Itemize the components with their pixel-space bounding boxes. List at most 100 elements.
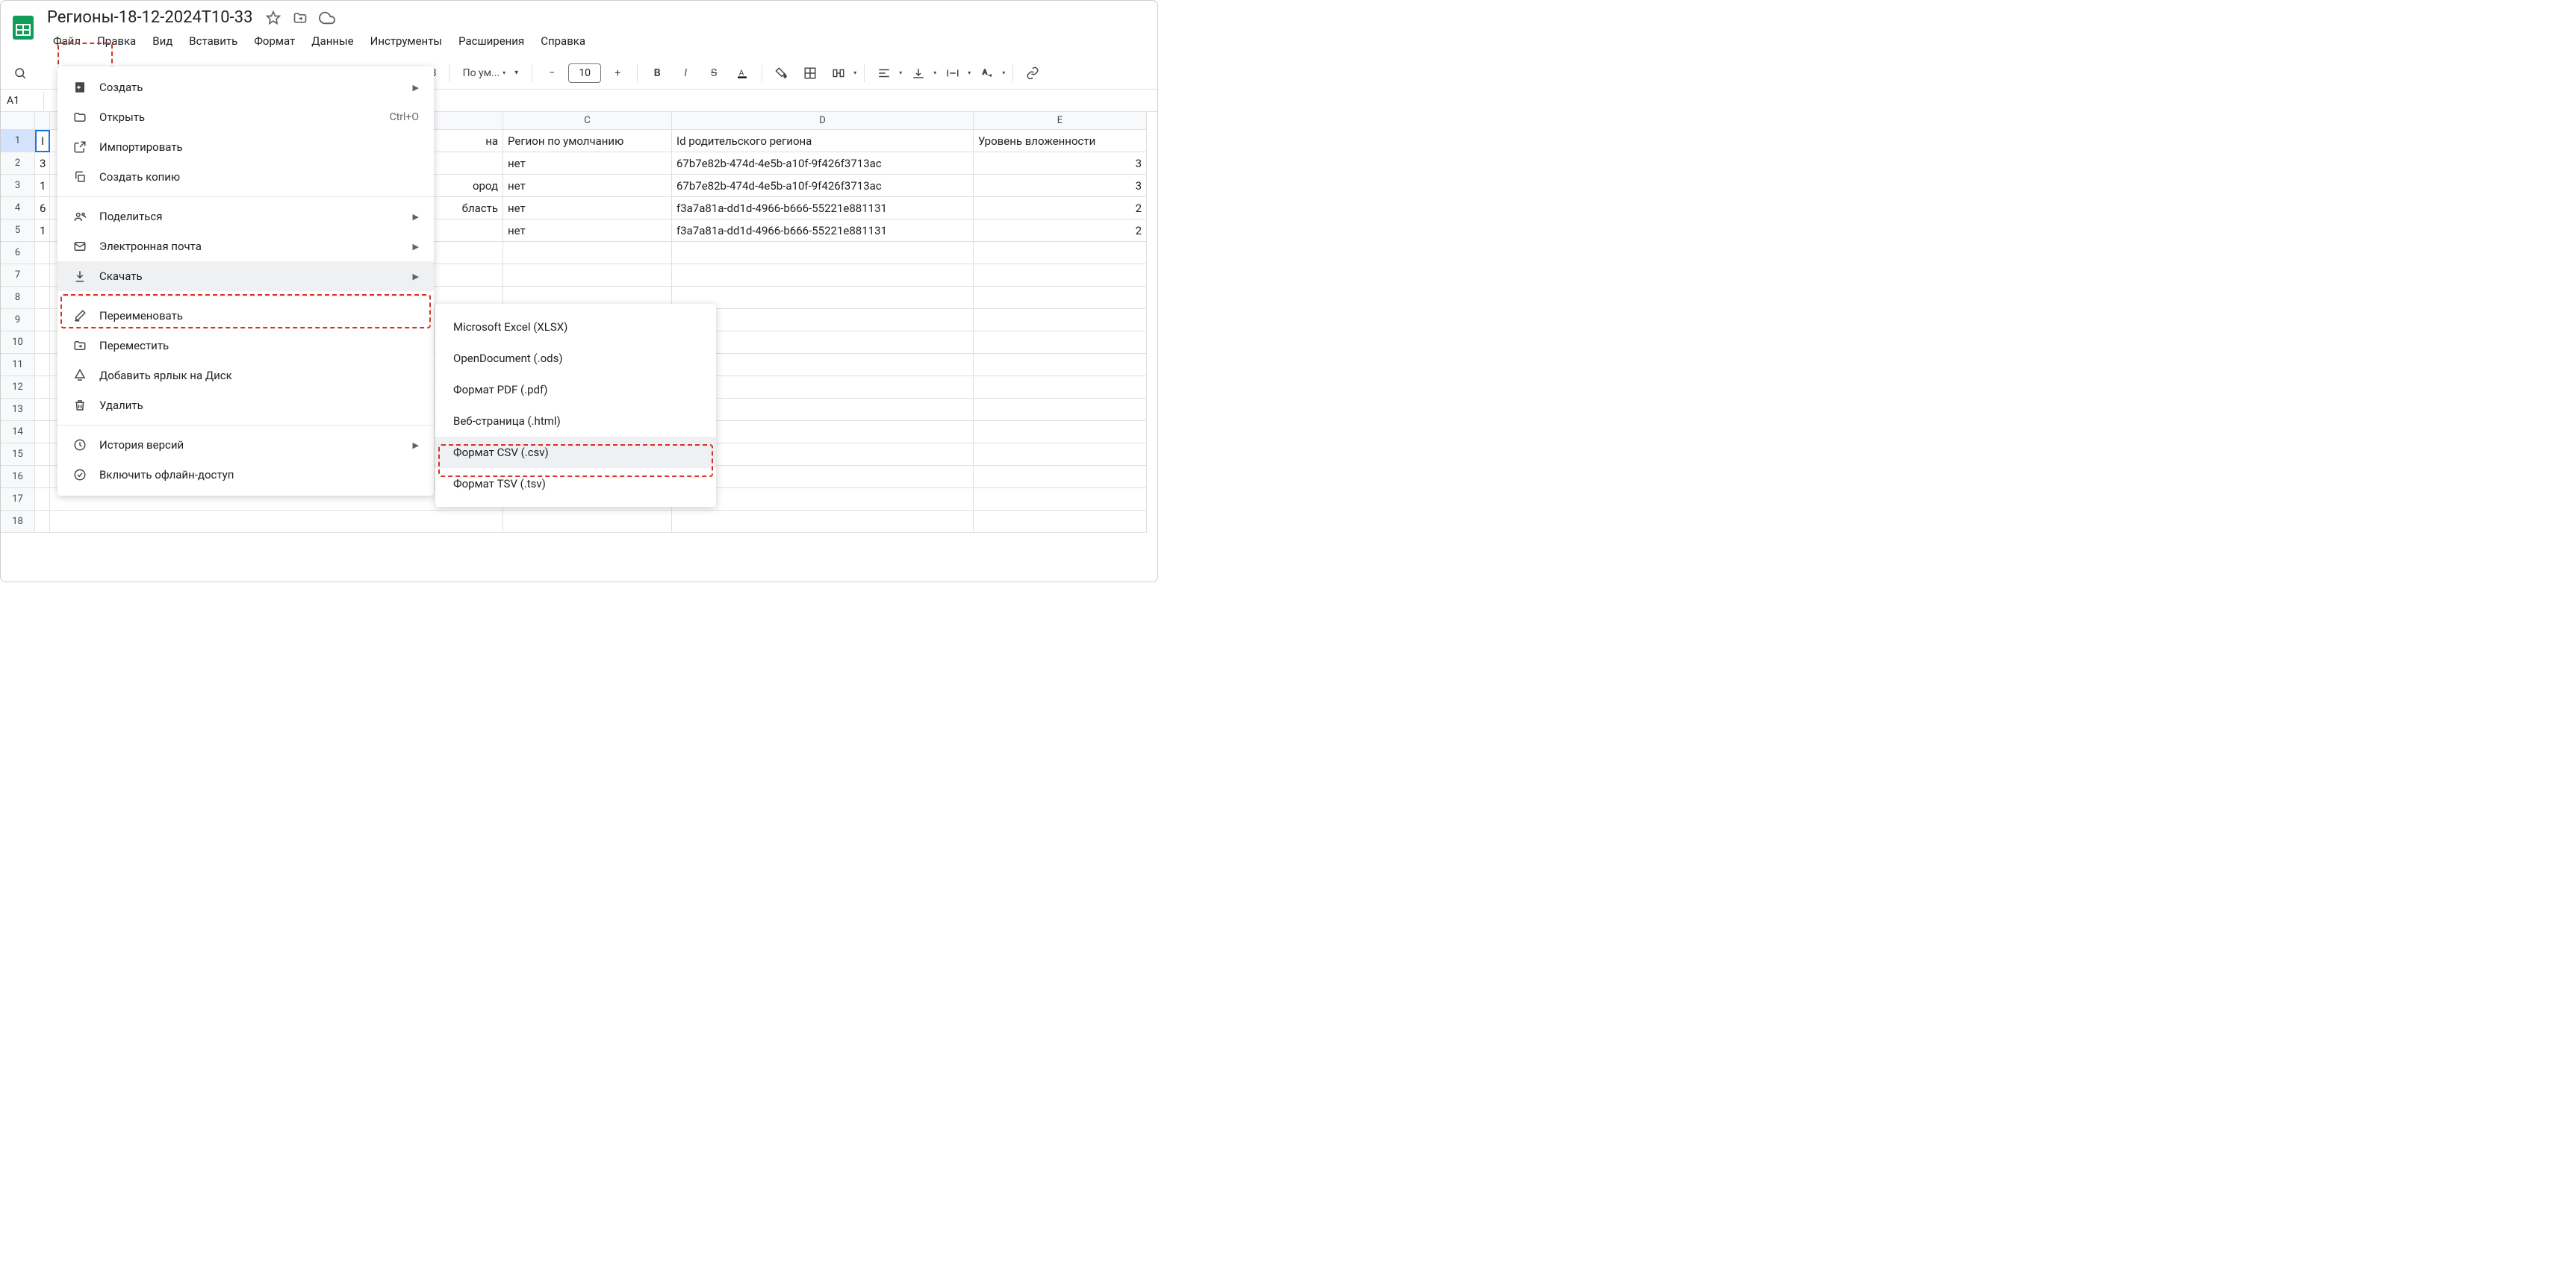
cell-a2[interactable]: 3 [35, 152, 50, 175]
row-header-13[interactable]: 13 [1, 399, 35, 421]
strikethrough-icon[interactable]: S [702, 61, 726, 85]
merge-cells-icon[interactable] [827, 61, 850, 85]
menu-format[interactable]: Формат [246, 30, 302, 52]
name-box[interactable]: A1 [1, 92, 44, 110]
cell-d1[interactable]: Id родительского региона [672, 130, 974, 152]
cell-e4[interactable]: 2 [974, 197, 1147, 219]
cell-a3[interactable]: 1 [35, 175, 50, 197]
text-rotation-icon[interactable]: A [975, 61, 999, 85]
row-header-15[interactable]: 15 [1, 443, 35, 466]
move-folder-icon[interactable] [291, 9, 309, 27]
font-family-select[interactable]: По ум...▾ [457, 64, 525, 82]
decrease-font-icon[interactable]: − [540, 61, 564, 85]
menu-view[interactable]: Вид [145, 30, 180, 52]
sheets-logo-icon[interactable] [8, 13, 38, 43]
submenu-item-pdf[interactable]: Формат PDF (.pdf) [435, 374, 716, 405]
text-color-icon[interactable]: A [730, 61, 754, 85]
cell-d2[interactable]: 67b7e82b-474d-4e5b-a10f-9f426f3713ac [672, 152, 974, 175]
row-header-5[interactable]: 5 [1, 219, 35, 242]
increase-font-icon[interactable]: + [606, 61, 629, 85]
select-all-corner[interactable] [1, 112, 35, 130]
col-header-e[interactable]: E [974, 112, 1147, 130]
row-header-17[interactable]: 17 [1, 488, 35, 511]
cell-c5[interactable]: нет [503, 219, 672, 242]
cell-e2[interactable]: 3 [974, 152, 1147, 175]
cell-c1[interactable]: Регион по умолчанию [503, 130, 672, 152]
menu-item-open[interactable]: Открыть Ctrl+O [57, 102, 434, 132]
menu-item-offline[interactable]: Включить офлайн-доступ [57, 460, 434, 490]
wrap-dropdown[interactable]: ▾ [968, 69, 971, 76]
row-header-10[interactable]: 10 [1, 331, 35, 354]
cell-e5[interactable]: 2 [974, 219, 1147, 242]
row-header-4[interactable]: 4 [1, 197, 35, 219]
menu-file[interactable]: Файл [46, 30, 88, 52]
row-header-1[interactable]: 1 [1, 130, 35, 152]
menu-item-rename[interactable]: Переименовать [57, 301, 434, 331]
menu-item-new[interactable]: Создать ▶ [57, 72, 434, 102]
cell-e1[interactable]: Уровень вложенности [974, 130, 1147, 152]
align-h-dropdown[interactable]: ▾ [899, 69, 902, 76]
menu-extensions[interactable]: Расширения [451, 30, 532, 52]
merge-dropdown-arrow[interactable]: ▾ [853, 69, 856, 76]
cell-a1[interactable]: I [35, 130, 50, 152]
row-header-3[interactable]: 3 [1, 175, 35, 197]
cell-a4[interactable]: 6 [35, 197, 50, 219]
menu-item-move[interactable]: Переместить [57, 331, 434, 361]
align-vertical-icon[interactable] [906, 61, 930, 85]
text-wrap-icon[interactable] [941, 61, 965, 85]
cell-c4[interactable]: нет [503, 197, 672, 219]
bold-icon[interactable]: B [645, 61, 669, 85]
new-file-icon [72, 80, 87, 95]
menu-edit[interactable]: Правка [90, 30, 143, 52]
italic-icon[interactable]: I [673, 61, 697, 85]
search-icon[interactable] [8, 61, 32, 85]
menu-help[interactable]: Справка [533, 30, 593, 52]
cell-c3[interactable]: нет [503, 175, 672, 197]
row-header-9[interactable]: 9 [1, 309, 35, 331]
cell-a5[interactable]: 1 [35, 219, 50, 242]
borders-icon[interactable] [798, 61, 822, 85]
align-horizontal-icon[interactable] [872, 61, 896, 85]
col-header-a[interactable] [35, 112, 50, 130]
submenu-item-tsv[interactable]: Формат TSV (.tsv) [435, 468, 716, 499]
menu-data[interactable]: Данные [304, 30, 361, 52]
cell-e3[interactable]: 3 [974, 175, 1147, 197]
submenu-item-html[interactable]: Веб-страница (.html) [435, 405, 716, 437]
cloud-status-icon[interactable] [318, 9, 336, 27]
row-header-7[interactable]: 7 [1, 264, 35, 287]
menu-item-version-history[interactable]: История версий ▶ [57, 430, 434, 460]
star-icon[interactable] [264, 9, 282, 27]
row-header-8[interactable]: 8 [1, 287, 35, 309]
menu-item-add-shortcut[interactable]: Добавить ярлык на Диск [57, 361, 434, 390]
row-header-16[interactable]: 16 [1, 466, 35, 488]
fill-color-icon[interactable] [770, 61, 794, 85]
row-header-18[interactable]: 18 [1, 511, 35, 533]
row-header-12[interactable]: 12 [1, 376, 35, 399]
menu-insert[interactable]: Вставить [181, 30, 245, 52]
insert-link-icon[interactable] [1021, 61, 1045, 85]
row-header-11[interactable]: 11 [1, 354, 35, 376]
document-title[interactable]: Регионы-18-12-2024T10-33 [44, 7, 255, 28]
menu-item-share[interactable]: Поделиться ▶ [57, 202, 434, 231]
font-size-input[interactable]: 10 [568, 63, 601, 83]
menu-item-download[interactable]: Скачать ▶ [57, 261, 434, 291]
cell-d3[interactable]: 67b7e82b-474d-4e5b-a10f-9f426f3713ac [672, 175, 974, 197]
row-header-6[interactable]: 6 [1, 242, 35, 264]
col-header-c[interactable]: C [503, 112, 672, 130]
align-v-dropdown[interactable]: ▾ [933, 69, 936, 76]
cell-d4[interactable]: f3a7a81a-dd1d-4966-b666-55221e881131 [672, 197, 974, 219]
submenu-item-xlsx[interactable]: Microsoft Excel (XLSX) [435, 311, 716, 343]
menu-item-delete[interactable]: Удалить [57, 390, 434, 420]
menu-item-make-copy[interactable]: Создать копию [57, 162, 434, 192]
cell-d5[interactable]: f3a7a81a-dd1d-4966-b666-55221e881131 [672, 219, 974, 242]
row-header-2[interactable]: 2 [1, 152, 35, 175]
rotation-dropdown[interactable]: ▾ [1002, 69, 1005, 76]
submenu-item-ods[interactable]: OpenDocument (.ods) [435, 343, 716, 374]
cell-c2[interactable]: нет [503, 152, 672, 175]
submenu-item-csv[interactable]: Формат CSV (.csv) [435, 437, 716, 468]
row-header-14[interactable]: 14 [1, 421, 35, 443]
menu-tools[interactable]: Инструменты [363, 30, 449, 52]
menu-item-import[interactable]: Импортировать [57, 132, 434, 162]
col-header-d[interactable]: D [672, 112, 974, 130]
menu-item-email[interactable]: Электронная почта ▶ [57, 231, 434, 261]
